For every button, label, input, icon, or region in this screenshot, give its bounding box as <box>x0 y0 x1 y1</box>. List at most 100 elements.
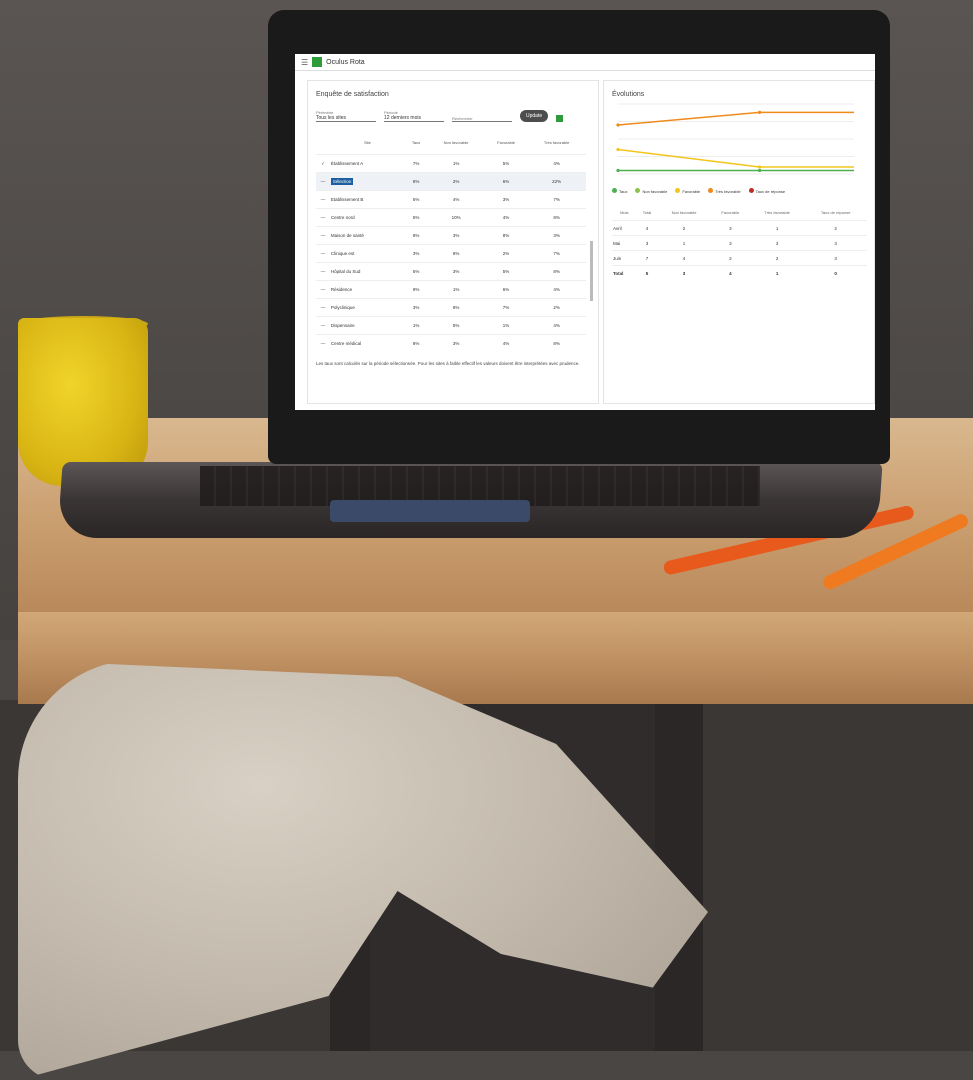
legend-swatch <box>675 188 681 193</box>
column-header: Taux de réponse <box>820 209 851 215</box>
table-cell: 8% <box>404 226 428 245</box>
app-title: Oculus Rota <box>326 58 365 66</box>
site-name[interactable]: Centre médical <box>329 334 405 352</box>
row-label: Avril <box>612 220 637 236</box>
site-name[interactable]: Polyclinique <box>329 298 405 317</box>
table-row[interactable]: — Résidence 9% 1% 6% 4% <box>316 280 586 299</box>
data-point[interactable] <box>758 168 762 173</box>
table-row[interactable]: — Clinique est 3% 8% 2% 7% <box>316 244 586 263</box>
table-row[interactable]: — Hôpital du Sud 5% 3% 5% 8% <box>316 262 586 281</box>
legend-item[interactable]: Non favorable <box>635 188 667 194</box>
table-cell: 4% <box>527 316 586 335</box>
table-cell: 7% <box>404 154 428 173</box>
table-cell: 1 <box>749 220 805 236</box>
table-cell: 8% <box>527 208 586 227</box>
table-cell: 7% <box>527 190 586 209</box>
table-cell: 8% <box>484 226 528 245</box>
table-row[interactable]: ✓ Établissement A 7% 1% 5% 4% <box>316 154 586 173</box>
site-name[interactable]: Centre nord <box>329 208 405 227</box>
site-name[interactable]: Résidence <box>329 280 405 299</box>
table-cell: 8% <box>527 262 586 281</box>
evolution-panel: Évolutions Taux Non favorable Favorable Trè… <box>603 80 875 404</box>
row-checkbox[interactable]: — <box>316 262 330 281</box>
site-name[interactable]: Hôpital du Sud <box>329 262 405 281</box>
row-checkbox[interactable]: — <box>316 172 330 191</box>
table-cell: 2% <box>484 244 528 263</box>
app-header: ☰ Oculus Rota <box>295 54 875 71</box>
table-cell: 3% <box>527 226 586 245</box>
series-line <box>617 148 854 168</box>
excel-export-icon[interactable] <box>556 115 564 122</box>
filter-value: 12 derniers mois <box>384 115 421 121</box>
table-row[interactable]: — Etablissement B 5% 4% 3% 7% <box>316 190 586 209</box>
table-row[interactable]: — Centre nord 5% 10% 4% 8% <box>316 208 586 227</box>
site-name[interactable]: Etablissement B <box>329 190 405 209</box>
table-cell: 5 <box>636 265 658 280</box>
table-scrollbar[interactable] <box>590 241 593 301</box>
data-point[interactable] <box>616 168 620 173</box>
legend-swatch <box>748 188 754 193</box>
table-row[interactable]: — Sélection 8% 2% 6% 22% <box>316 172 586 191</box>
row-checkbox[interactable]: — <box>316 226 330 245</box>
data-point[interactable] <box>616 147 620 152</box>
table-cell: 5% <box>404 190 428 209</box>
legend-item[interactable]: Taux de réponse <box>748 188 785 194</box>
search-input[interactable]: Rechercher <box>452 116 512 122</box>
site-name[interactable]: Sélection <box>329 172 405 191</box>
column-header[interactable]: Taux <box>405 130 427 155</box>
table-cell: 3% <box>427 262 485 281</box>
table-cell: 6% <box>484 280 528 299</box>
menu-icon[interactable]: ☰ <box>301 58 308 67</box>
filter-period[interactable]: Période 12 derniers mois <box>384 110 444 122</box>
filter-bar: Périmètre Tous les sites Période 12 dern… <box>316 110 598 122</box>
legend-item[interactable]: Favorable <box>675 188 700 194</box>
row-checkbox[interactable]: — <box>316 280 330 299</box>
row-label: Total <box>612 265 637 280</box>
table-cell: 8% <box>427 244 485 263</box>
site-name[interactable]: Maison de santé <box>329 226 405 245</box>
row-checkbox[interactable]: — <box>316 334 330 352</box>
row-checkbox[interactable]: — <box>316 244 330 263</box>
table-cell: 3 <box>657 265 711 280</box>
row-checkbox[interactable]: — <box>316 298 330 317</box>
table-row[interactable]: — Polyclinique 3% 8% 7% 2% <box>316 298 586 317</box>
table-cell: 8% <box>427 298 485 317</box>
row-checkbox[interactable]: — <box>316 190 330 209</box>
table-row[interactable]: — Maison de santé 8% 3% 8% 3% <box>316 226 586 245</box>
filter-perimeter[interactable]: Périmètre Tous les sites <box>316 110 376 122</box>
data-point[interactable] <box>758 165 762 169</box>
site-name[interactable]: Dispensaire <box>329 316 405 335</box>
survey-panel: Enquête de satisfaction Périmètre Tous l… <box>307 80 599 404</box>
table-cell: 7% <box>484 298 528 317</box>
table-cell: 2% <box>427 172 485 191</box>
data-point[interactable] <box>758 110 762 114</box>
data-point[interactable] <box>616 123 620 127</box>
column-header: Mois <box>620 209 629 215</box>
panel-title: Évolutions <box>612 91 645 98</box>
column-header[interactable]: Site <box>330 130 405 155</box>
site-name[interactable]: Établissement A <box>329 154 405 173</box>
row-checkbox[interactable]: — <box>316 316 330 335</box>
legend-label: Favorable <box>682 189 701 194</box>
column-header[interactable]: Non favorable <box>427 130 485 155</box>
legend-swatch <box>612 188 617 193</box>
column-header[interactable]: Favorable <box>485 130 527 155</box>
table-row[interactable]: — Dispensaire 1% 5% 1% 4% <box>316 316 586 335</box>
site-name-label: Résidence <box>330 287 353 292</box>
row-checkbox[interactable]: ✓ <box>316 154 330 173</box>
series-line <box>617 111 854 126</box>
column-header[interactable]: Très favorable <box>527 130 586 155</box>
table-cell: 4% <box>484 208 528 227</box>
footnote: Les taux sont calculés sur la période sé… <box>316 361 580 366</box>
summary-table: Mois Total Non favorable Favorable Très favo… <box>612 204 867 280</box>
table-cell: 4 <box>657 250 711 266</box>
update-button[interactable]: Update <box>520 110 549 122</box>
table-row[interactable]: — Centre médical 8% 3% 4% 8% <box>316 334 586 352</box>
site-table: Site Taux Non favorable Favorable Très favor… <box>316 130 586 352</box>
table-cell: 10% <box>427 208 485 227</box>
row-checkbox[interactable]: — <box>316 208 330 227</box>
site-name[interactable]: Clinique est <box>329 244 405 263</box>
legend-item[interactable]: Taux <box>612 188 627 194</box>
legend-item[interactable]: Très favorable <box>708 188 741 194</box>
legend-swatch <box>635 188 641 193</box>
